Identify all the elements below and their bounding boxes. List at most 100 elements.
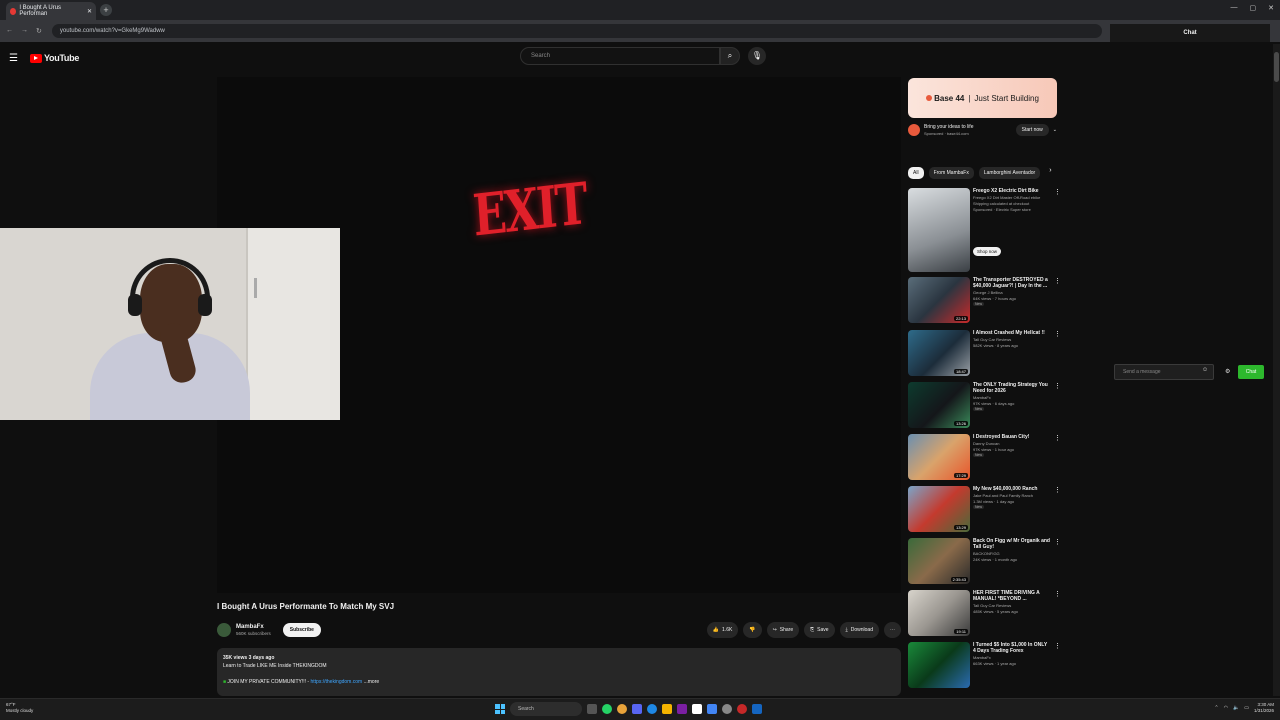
video-thumbnail[interactable]: 18:47 [908, 330, 970, 376]
maximize-icon[interactable]: ▢ [1250, 4, 1257, 12]
ad-banner[interactable]: Base 44 | Just Start Building [908, 78, 1057, 118]
rec-title[interactable]: I Turned $5 Into $1,000 In ONLY 4 Days T… [973, 642, 1051, 654]
subscribe-button[interactable]: Subscribe [282, 623, 321, 637]
like-button[interactable]: 👍 1.6K [706, 622, 739, 638]
description-box[interactable]: 35K views 3 days ago Learn to Trade LIKE… [217, 648, 901, 696]
file-explorer-icon[interactable] [662, 704, 672, 714]
tab-close-icon[interactable]: ✕ [87, 8, 92, 15]
kebab-menu-icon[interactable]: ⋮ [1054, 382, 1061, 390]
minimize-icon[interactable]: — [1231, 4, 1238, 12]
chevron-up-icon[interactable]: ⌃ [1214, 705, 1218, 711]
kebab-menu-icon[interactable]: ⋮ [1054, 538, 1061, 546]
windows-start-icon[interactable] [495, 704, 505, 714]
url-field[interactable]: youtube.com/watch?v=GkeMg9Wadww [51, 24, 1102, 38]
rec-title[interactable]: I Destroyed Bauan City! [973, 434, 1051, 440]
task-view-icon[interactable] [587, 704, 597, 714]
video-thumbnail[interactable] [908, 642, 970, 688]
list-item[interactable]: 13:29 My New $40,000,000 Ranch Jake Paul… [908, 486, 1061, 532]
forward-icon[interactable]: → [21, 27, 28, 35]
chip-all[interactable]: All [908, 167, 924, 179]
volume-icon[interactable]: 🔈 [1233, 705, 1239, 711]
kebab-menu-icon[interactable]: ⋮ [1054, 642, 1061, 650]
steam-icon[interactable] [722, 704, 732, 714]
list-item[interactable]: 22:13 The Transporter DESTROYED a $40,00… [908, 277, 1061, 323]
app-icon[interactable] [692, 704, 702, 714]
save-button[interactable]: ⎘ Save [804, 622, 835, 638]
rec-title[interactable]: Freego X2 Electric Dirt Bike [973, 188, 1051, 194]
close-window-icon[interactable]: ✕ [1268, 4, 1274, 12]
list-item[interactable]: 13:26 The ONLY Trading Strategy You Need… [908, 382, 1061, 428]
share-button[interactable]: ↪ Share [766, 622, 800, 638]
scrollbar-thumb[interactable] [1274, 52, 1279, 82]
download-button[interactable]: ⤓ Download [839, 622, 879, 638]
emoji-icon[interactable]: ☺ [1202, 367, 1208, 373]
chat-send-button[interactable]: Chat [1238, 365, 1264, 379]
more-actions-button[interactable]: ⋯ [884, 622, 901, 638]
discord-icon[interactable] [632, 704, 642, 714]
chat-message-input[interactable]: Send a message [1114, 364, 1214, 380]
video-thumbnail[interactable]: 22:13 [908, 277, 970, 323]
chip-from-mambafx[interactable]: From MambaFx [928, 167, 974, 179]
rec-title[interactable]: HER FIRST TIME DRIVING A MANUAL! *BEYOND… [973, 590, 1051, 602]
video-thumbnail[interactable]: 13:26 [908, 382, 970, 428]
rec-title[interactable]: The Transporter DESTROYED a $40,000 Jagu… [973, 277, 1051, 289]
community-link[interactable]: https://thekingdom.com [310, 679, 362, 685]
youtube-logo[interactable]: YouTube [29, 53, 79, 63]
kebab-menu-icon[interactable]: ⋮ [1054, 330, 1061, 338]
rec-title[interactable]: My New $40,000,000 Ranch [973, 486, 1051, 492]
kebab-menu-icon[interactable]: ⋮ [1054, 277, 1061, 285]
kebab-menu-icon[interactable]: ⋮ [1054, 188, 1061, 196]
list-item[interactable]: I Turned $5 Into $1,000 In ONLY 4 Days T… [908, 642, 1061, 688]
video-thumbnail[interactable]: 13:29 [908, 486, 970, 532]
reload-icon[interactable]: ↻ [36, 27, 42, 35]
new-tab-button[interactable]: + [100, 4, 112, 16]
list-item[interactable]: 18:47 I Almost Crashed My Hellcat !! Tal… [908, 330, 1061, 376]
weather-widget[interactable]: 67°F Mostly cloudy [6, 702, 33, 714]
kebab-menu-icon[interactable]: ⋮ [1054, 486, 1061, 494]
rec-meta: 663K views · 1 year ago [973, 661, 1016, 666]
video-thumbnail[interactable]: 17:29 [908, 434, 970, 480]
app-icon[interactable] [737, 704, 747, 714]
kebab-menu-icon[interactable]: ⋮ [1054, 434, 1061, 442]
list-item[interactable]: 19:11 HER FIRST TIME DRIVING A MANUAL! *… [908, 590, 1061, 636]
back-icon[interactable]: ← [6, 27, 13, 35]
channel-avatar[interactable] [217, 623, 231, 637]
chrome-icon[interactable] [617, 704, 627, 714]
voice-search-button[interactable]: 🎙 [748, 47, 766, 65]
taskbar-search[interactable]: Search [510, 702, 582, 716]
list-item[interactable]: Freego X2 Electric Dirt Bike Freego X2 D… [908, 188, 1061, 272]
ad-cta-button[interactable]: Start now [1015, 124, 1049, 136]
chevron-down-icon[interactable]: ⌄ [1053, 127, 1057, 133]
list-item[interactable]: 17:29 I Destroyed Bauan City! Danny Dunc… [908, 434, 1061, 480]
battery-icon[interactable]: ▭ [1244, 705, 1249, 711]
dislike-button[interactable]: 👎 [743, 622, 762, 638]
chevron-right-icon[interactable]: › [1049, 167, 1051, 179]
app-icon[interactable] [707, 704, 717, 714]
clock[interactable]: 3:30 AM 1/31/2026 [1254, 702, 1274, 714]
video-thumbnail[interactable] [908, 188, 970, 272]
rec-title[interactable]: I Almost Crashed My Hellcat !! [973, 330, 1051, 336]
hamburger-menu-icon[interactable]: ☰ [9, 53, 18, 64]
search-button[interactable]: ⌕ [720, 47, 740, 65]
video-thumbnail[interactable]: 19:11 [908, 590, 970, 636]
channel-name[interactable]: MambaFx [236, 624, 271, 630]
search-input[interactable]: Search [520, 47, 720, 65]
show-more-link[interactable]: ...more [364, 679, 380, 685]
chip-lamborghini[interactable]: Lamborghini Aventador [978, 167, 1041, 179]
rec-title[interactable]: Back On Figg w/ Mr Organik and Tall Guy! [973, 538, 1051, 550]
list-item[interactable]: 2:35:43 Back On Figg w/ Mr Organik and T… [908, 538, 1061, 584]
rec-title[interactable]: The ONLY Trading Strategy You Need for 2… [973, 382, 1051, 394]
video-thumbnail[interactable]: 2:35:43 [908, 538, 970, 584]
shop-now-button[interactable]: Shop now [973, 247, 1002, 256]
kebab-menu-icon[interactable]: ⋮ [1054, 590, 1061, 598]
browser-tab[interactable]: I Bought A Urus Performan ✕ [6, 2, 96, 20]
url-text: youtube.com/watch?v=GkeMg9Wadww [59, 28, 165, 34]
whatsapp-icon[interactable] [602, 704, 612, 714]
gear-icon[interactable]: ⚙ [1225, 368, 1230, 375]
ad-card[interactable]: Base 44 | Just Start Building Bring your… [908, 78, 1057, 148]
wifi-icon[interactable]: ◠ [1224, 705, 1228, 711]
app-icon[interactable] [677, 704, 687, 714]
page-scrollbar[interactable] [1273, 44, 1280, 696]
app-icon[interactable] [752, 704, 762, 714]
edge-icon[interactable] [647, 704, 657, 714]
